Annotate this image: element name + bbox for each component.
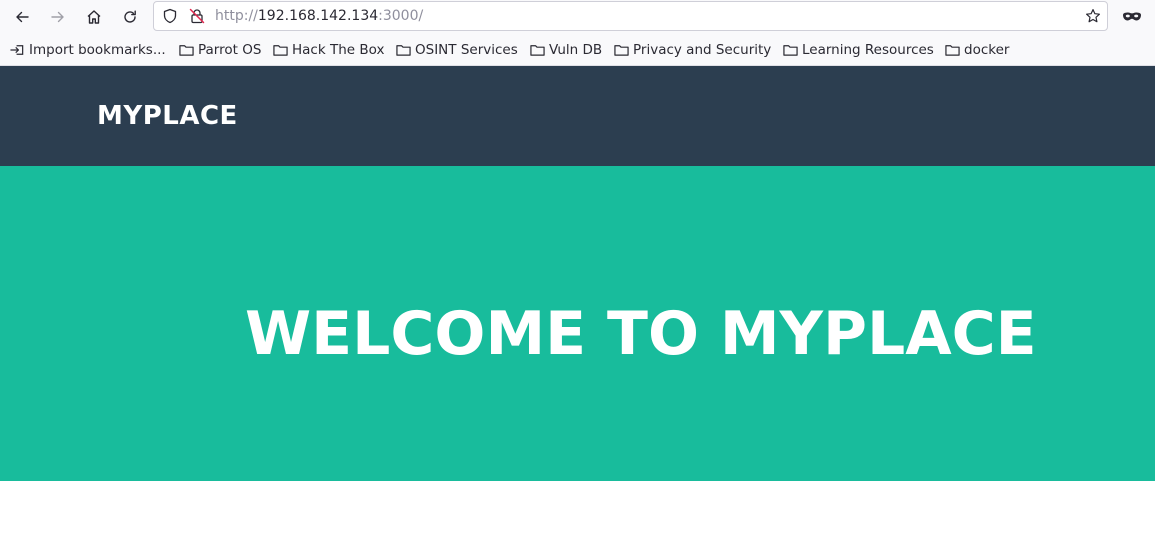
home-icon (87, 10, 101, 24)
bookmark-folder-hack-the-box[interactable]: Hack The Box (273, 41, 384, 59)
forward-button[interactable] (44, 3, 72, 31)
browser-toolbar: http://192.168.142.134:3000/ (0, 0, 1155, 34)
bookmark-label: Parrot OS (198, 42, 262, 58)
folder-icon (273, 45, 288, 56)
url-host: 192.168.142.134 (257, 8, 379, 24)
home-button[interactable] (80, 3, 108, 31)
bookmark-folder-osint-services[interactable]: OSINT Services (396, 41, 518, 59)
url-bar[interactable]: http://192.168.142.134:3000/ (153, 1, 1108, 31)
url-port-path: :3000/ (378, 8, 424, 24)
arrow-right-icon (51, 11, 64, 23)
insecure-lock-icon[interactable] (189, 8, 205, 24)
private-browsing-button[interactable] (1118, 3, 1146, 31)
bookmark-label: Learning Resources (802, 42, 934, 58)
bookmark-folder-learning-resources[interactable]: Learning Resources (783, 41, 934, 59)
shield-icon[interactable] (162, 8, 178, 24)
url-text[interactable]: http://192.168.142.134:3000/ (215, 8, 423, 25)
arrow-left-icon (16, 11, 29, 23)
bookmark-label: docker (964, 42, 1010, 58)
folder-icon (179, 45, 194, 56)
site-navbar: MYPLACE (0, 66, 1155, 166)
private-mask-icon (1123, 12, 1141, 21)
back-button[interactable] (8, 3, 36, 31)
page-body (0, 481, 1155, 549)
bookmark-label: Vuln DB (549, 42, 603, 58)
star-icon[interactable] (1085, 8, 1101, 24)
bookmark-label: OSINT Services (415, 42, 518, 58)
hero-title: WELCOME TO MYPLACE (245, 299, 1037, 369)
url-scheme: http:// (215, 8, 258, 24)
reload-icon (124, 10, 136, 23)
bookmark-folder-parrot-os[interactable]: Parrot OS (179, 41, 261, 59)
bookmark-label: Privacy and Security (633, 42, 772, 58)
folder-icon (945, 45, 960, 56)
folder-icon (396, 45, 411, 56)
folder-icon (783, 45, 798, 56)
bookmark-label: Import bookmarks... (29, 42, 166, 58)
folder-icon (614, 45, 629, 56)
bookmark-import[interactable]: Import bookmarks... (10, 41, 166, 59)
bookmark-folder-docker[interactable]: docker (945, 41, 1009, 59)
bookmark-label: Hack The Box (292, 42, 385, 58)
site-logo[interactable]: MYPLACE (97, 100, 238, 132)
bookmark-folder-vuln-db[interactable]: Vuln DB (530, 41, 602, 59)
folder-icon (530, 45, 545, 56)
import-icon (10, 45, 24, 55)
bookmark-folder-privacy-and-security[interactable]: Privacy and Security (614, 41, 771, 59)
hero-section: WELCOME TO MYPLACE (0, 166, 1155, 481)
bookmarks-toolbar: Import bookmarks... Parrot OS Hack The B… (0, 34, 1155, 66)
reload-button[interactable] (116, 3, 144, 31)
